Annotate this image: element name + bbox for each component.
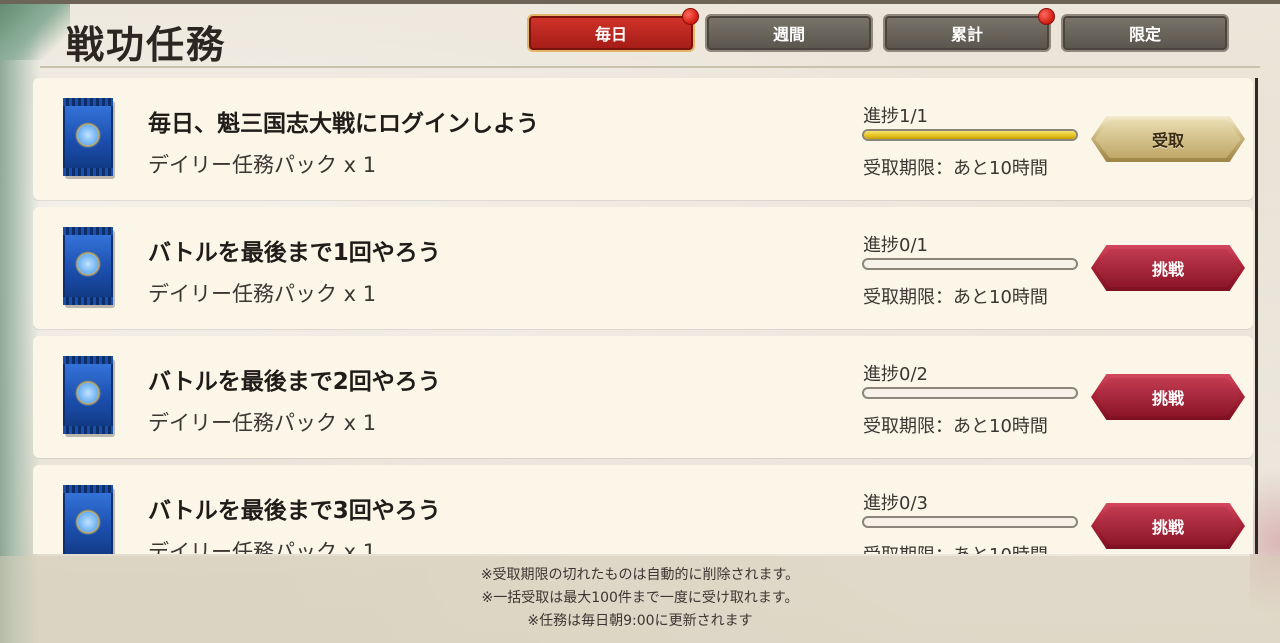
progress-bar [862, 516, 1078, 528]
tab-weekly[interactable]: 週間 [705, 14, 873, 52]
button-face: 受取 [1095, 120, 1241, 158]
notification-badge [682, 8, 699, 25]
mission-title: バトルを最後まで3回やろう [148, 498, 441, 524]
mission-row: バトルを最後まで2回やろう デイリー任務パック x 1 進捗0/2 受取期限：あ… [33, 336, 1253, 458]
progress-bar [862, 387, 1078, 399]
scrollbar[interactable] [1255, 78, 1258, 554]
footer-notes: ※受取期限の切れたものは自動的に削除されます。 ※一括受取は最大100件まで一度… [0, 556, 1280, 643]
mission-reward: デイリー任務パック x 1 [148, 282, 377, 306]
mission-pack-icon [63, 227, 113, 305]
tab-label: 限定 [1128, 25, 1161, 44]
pack-emblem-icon [75, 122, 101, 148]
mission-pack-icon [63, 98, 113, 176]
corner-decoration [0, 0, 70, 60]
footer-note: ※任務は毎日朝9:00に更新されます [527, 613, 753, 629]
button-label: 受取 [1151, 131, 1184, 150]
top-border [0, 0, 1280, 4]
challenge-button[interactable]: 挑戦 [1091, 374, 1245, 420]
mission-reward: デイリー任務パック x 1 [148, 411, 377, 435]
mission-pack-icon [63, 485, 113, 554]
progress-label: 進捗0/3 [863, 493, 928, 514]
tab-label: 週間 [772, 25, 805, 44]
deadline-text: 受取期限：あと10時間 [863, 541, 1048, 554]
tab-label: 毎日 [594, 25, 627, 44]
progress-label: 進捗0/1 [863, 235, 928, 256]
tab-limited[interactable]: 限定 [1061, 14, 1229, 52]
page-title: 戦功任務 [66, 22, 227, 67]
mission-reward: デイリー任務パック x 1 [148, 540, 377, 554]
button-face: 挑戦 [1095, 378, 1241, 416]
progress-bar [862, 258, 1078, 270]
progress-label: 進捗0/2 [863, 364, 928, 385]
tab-cumulative[interactable]: 累計 [883, 8, 1055, 52]
button-label: 挑戦 [1151, 389, 1184, 408]
progress-bar-fill [864, 131, 1076, 139]
button-face: 挑戦 [1095, 249, 1241, 287]
mission-reward: デイリー任務パック x 1 [148, 153, 377, 177]
progress-bar [862, 129, 1078, 141]
tab-daily[interactable]: 毎日 [527, 8, 699, 52]
mission-row: バトルを最後まで1回やろう デイリー任務パック x 1 進捗0/1 受取期限：あ… [33, 207, 1253, 329]
button-label: 挑戦 [1151, 518, 1184, 537]
tab-label: 累計 [950, 25, 983, 44]
challenge-button[interactable]: 挑戦 [1091, 503, 1245, 549]
mission-title: バトルを最後まで2回やろう [148, 369, 441, 395]
notification-badge [1038, 8, 1055, 25]
pack-emblem-icon [75, 509, 101, 535]
mission-row: バトルを最後まで3回やろう デイリー任務パック x 1 進捗0/3 受取期限：あ… [33, 465, 1253, 554]
footer-note: ※一括受取は最大100件まで一度に受け取れます。 [481, 590, 799, 606]
mission-list[interactable]: 毎日、魁三国志大戦にログインしよう デイリー任務パック x 1 進捗1/1 受取… [33, 78, 1253, 554]
deadline-text: 受取期限：あと10時間 [863, 158, 1048, 179]
footer-note: ※受取期限の切れたものは自動的に削除されます。 [480, 567, 800, 583]
button-face: 挑戦 [1095, 507, 1241, 545]
mission-title: 毎日、魁三国志大戦にログインしよう [148, 111, 539, 137]
progress-label: 進捗1/1 [863, 106, 928, 127]
challenge-button[interactable]: 挑戦 [1091, 245, 1245, 291]
button-label: 挑戦 [1151, 260, 1184, 279]
pack-emblem-icon [75, 251, 101, 277]
deadline-text: 受取期限：あと10時間 [863, 416, 1048, 437]
mission-pack-icon [63, 356, 113, 434]
mission-title: バトルを最後まで1回やろう [148, 240, 441, 266]
receive-button[interactable]: 受取 [1091, 116, 1245, 162]
deadline-text: 受取期限：あと10時間 [863, 287, 1048, 308]
mission-row: 毎日、魁三国志大戦にログインしよう デイリー任務パック x 1 進捗1/1 受取… [33, 78, 1253, 200]
pack-emblem-icon [75, 380, 101, 406]
